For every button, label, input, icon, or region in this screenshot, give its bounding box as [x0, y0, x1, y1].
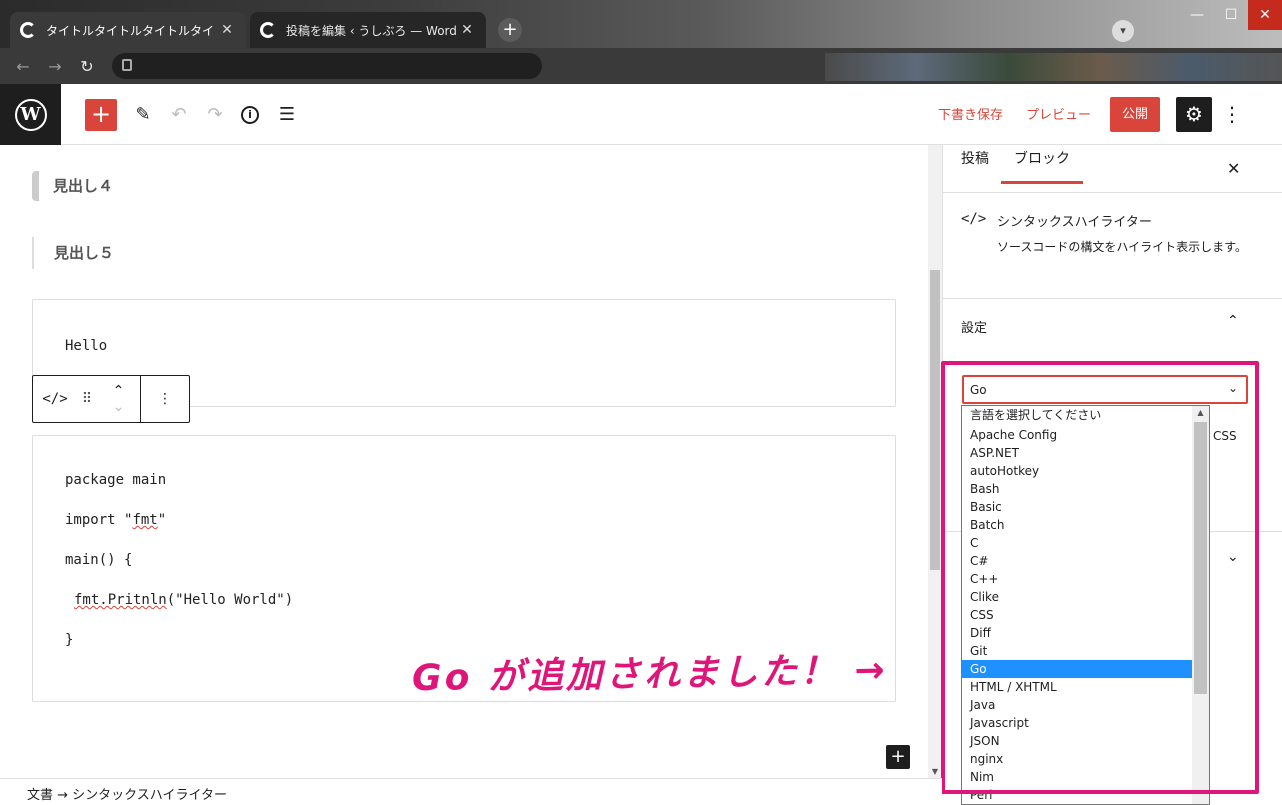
profile-dropdown-icon[interactable]: ▾ [1112, 20, 1134, 42]
scrollbar-thumb[interactable] [930, 270, 940, 570]
scroll-down-icon[interactable]: ▼ [930, 767, 940, 776]
heading-block-h5[interactable]: 見出し５ [32, 237, 114, 269]
block-breadcrumb-bar: 文書 → シンタックスハイライター [0, 778, 942, 805]
close-icon[interactable]: ✕ [1227, 159, 1240, 178]
browser-tab-strip: タイトルタイトルタイトルタイトル – うし ✕ 投稿を編集 ‹ うしぶろ — W… [0, 0, 1282, 48]
heading-block-h4[interactable]: 見出し４ [32, 171, 113, 201]
block-inserter-button[interactable]: + [85, 99, 117, 131]
block-title: シンタックスハイライター [997, 215, 1152, 230]
annotation-highlight-box [941, 361, 1259, 794]
settings-gear-icon[interactable]: ⚙ [1176, 97, 1212, 132]
code-line: fmt.Pritnln("Hello World") [74, 592, 293, 608]
redo-icon[interactable]: ↷ [202, 102, 228, 128]
move-block-buttons: ⌃ ⌄ [97, 376, 141, 422]
publish-button[interactable]: 公開 [1110, 97, 1160, 132]
maximize-button[interactable]: ☐ [1214, 0, 1248, 30]
code-token: " [157, 512, 167, 528]
breadcrumb[interactable]: 文書 → シンタックスハイライター [27, 784, 227, 803]
bookmarks-extensions-strip [825, 53, 1282, 81]
site-favicon-icon [260, 22, 276, 38]
editor-scrollbar[interactable]: ▼ [928, 145, 942, 778]
block-description: ソースコードの構文をハイライト表示します。 [997, 240, 1247, 254]
code-icon: </> [961, 211, 987, 227]
code-block-type-icon[interactable]: </> [33, 376, 77, 422]
browser-tab-inactive[interactable]: 投稿を編集 ‹ うしぶろ — WordPress ✕ [250, 12, 486, 48]
code-line: package main [65, 472, 167, 488]
close-tab-icon[interactable]: ✕ [458, 22, 476, 38]
undo-icon[interactable]: ↶ [166, 102, 192, 128]
save-draft-button[interactable]: 下書き保存 [938, 104, 1003, 123]
wordpress-logo-button[interactable]: W [0, 84, 61, 145]
lock-icon [122, 59, 132, 71]
block-options-icon[interactable]: ⋮ [141, 376, 189, 422]
panel-title: 設定 [961, 321, 988, 336]
preview-button[interactable]: プレビュー [1026, 104, 1091, 123]
list-view-icon[interactable]: ☰ [274, 102, 300, 128]
move-down-icon[interactable]: ⌄ [113, 399, 125, 415]
code-token: import " [65, 512, 133, 528]
drag-handle-icon[interactable]: ⠿ [77, 376, 97, 422]
block-toolbar: </> ⠿ ⌃ ⌄ ⋮ [32, 375, 190, 423]
editor-header-toolbar: W + ✎ ↶ ↷ i ☰ 下書き保存 プレビュー 公開 ⚙ ⋮ [0, 84, 1282, 145]
new-tab-button[interactable]: + [498, 18, 522, 42]
code-line: main() { [65, 552, 133, 568]
window-close-button[interactable]: ✕ [1248, 0, 1282, 30]
code-line: } [65, 632, 74, 648]
sidebar-tabs: 投稿 ブロック ✕ [943, 145, 1282, 193]
block-card: </> シンタックスハイライター ソースコードの構文をハイライト表示します。 [943, 193, 1282, 299]
reload-icon[interactable]: ↻ [76, 56, 98, 78]
tab-block[interactable]: ブロック [1001, 148, 1083, 184]
move-up-icon[interactable]: ⌃ [113, 383, 125, 399]
handwritten-annotation: Go が追加されました！ → [411, 649, 888, 700]
tab-title: タイトルタイトルタイトルタイトル – うし [46, 23, 218, 38]
info-icon: i [241, 106, 259, 124]
edit-pencil-icon[interactable]: ✎ [130, 102, 156, 128]
minimize-button[interactable]: — [1180, 0, 1214, 30]
more-options-icon[interactable]: ⋮ [1222, 100, 1242, 130]
chevron-up-icon: ⌃ [1227, 313, 1239, 329]
tab-post[interactable]: 投稿 [961, 148, 989, 181]
back-arrow-icon[interactable]: ← [12, 56, 34, 78]
editor-canvas: 見出し４ 見出し５ Hello package main import "fmt… [0, 145, 928, 778]
spellcheck-token: fmt [132, 512, 158, 528]
settings-panel-toggle[interactable]: 設定 ⌃ [943, 299, 1282, 349]
code-line: Hello [65, 338, 108, 354]
forward-arrow-icon[interactable]: → [44, 56, 66, 78]
add-block-button[interactable]: + [886, 745, 910, 769]
close-tab-icon[interactable]: ✕ [218, 22, 236, 38]
wordpress-logo-icon: W [14, 98, 47, 131]
site-favicon-icon [20, 22, 36, 38]
url-input[interactable] [112, 53, 542, 79]
code-token: ("Hello World") [166, 592, 294, 608]
details-info-button[interactable]: i [237, 102, 263, 128]
tab-title: 投稿を編集 ‹ うしぶろ — WordPress [286, 23, 458, 38]
spellcheck-token: fmt.Pritnln [74, 592, 167, 608]
browser-tab-active[interactable]: タイトルタイトルタイトルタイトル – うし ✕ [10, 12, 246, 48]
code-line: import "fmt" [65, 512, 166, 528]
